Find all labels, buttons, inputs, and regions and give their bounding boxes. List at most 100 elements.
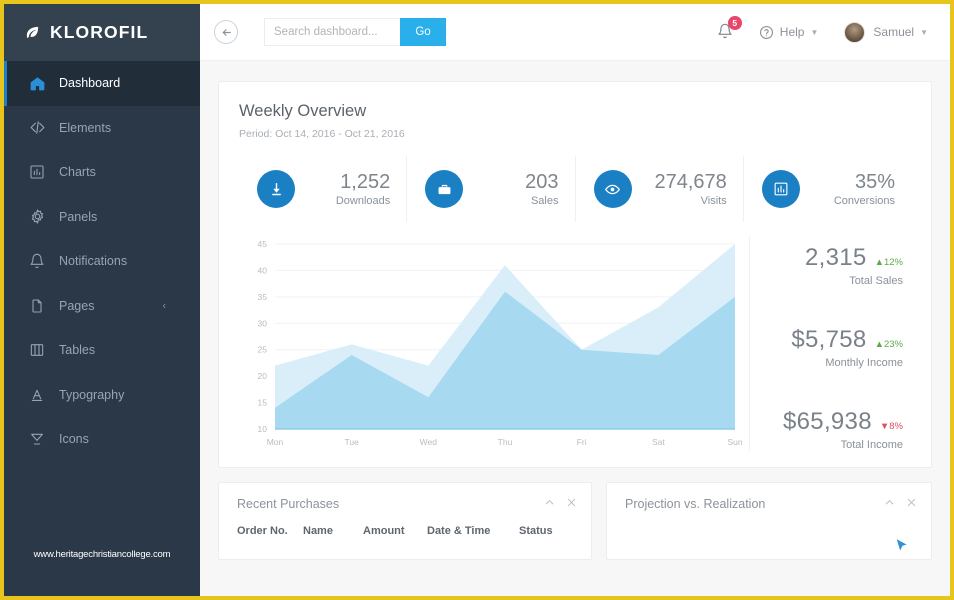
content-area: Go 5 bbox=[200, 4, 950, 596]
kpi-monthly-income: $5,758▲23%Monthly Income bbox=[764, 326, 907, 369]
sidebar-item-notifications[interactable]: Notifications bbox=[4, 239, 200, 284]
stat-text: 203Sales bbox=[525, 172, 570, 207]
kpi-value: 2,315 bbox=[805, 244, 867, 272]
panel-tools bbox=[544, 497, 577, 511]
weekly-area-chart: 1015202530354045MonTueWedThuFriSatSun bbox=[239, 236, 749, 451]
app-window: KLOROFIL Dashboard Elements Charts Panels No… bbox=[0, 0, 954, 600]
search-form: Go bbox=[264, 18, 446, 46]
question-circle-icon bbox=[759, 25, 774, 40]
period-label: Period: Oct 14, 2016 - Oct 21, 2016 bbox=[239, 128, 911, 140]
projection-title: Projection vs. Realization bbox=[625, 497, 765, 511]
chevron-up-icon[interactable] bbox=[884, 497, 895, 511]
arrow-up-icon: ▲ bbox=[875, 339, 884, 350]
svg-text:Thu: Thu bbox=[498, 437, 513, 447]
kpi-total-sales: 2,315 ▲12% Total Sales bbox=[764, 244, 907, 287]
sidebar-item-pages[interactable]: Pages ‹ bbox=[4, 284, 200, 329]
panel-tools bbox=[884, 497, 917, 511]
close-icon[interactable] bbox=[906, 497, 917, 511]
search-input[interactable] bbox=[264, 18, 400, 46]
stat-text: 274,678Visits bbox=[654, 172, 738, 207]
recent-purchases-title: Recent Purchases bbox=[237, 497, 339, 511]
sidebar-item-label: Panels bbox=[59, 210, 97, 224]
sidebar-item-label: Pages bbox=[59, 299, 94, 313]
table-column-header: Name bbox=[303, 525, 363, 537]
letter-a-icon bbox=[28, 386, 46, 404]
projection-header: Projection vs. Realization bbox=[607, 483, 931, 511]
sidebar-item-panels[interactable]: Panels bbox=[4, 195, 200, 240]
svg-text:15: 15 bbox=[258, 398, 268, 408]
kpi-label: Total Sales bbox=[764, 275, 903, 287]
recent-purchases-header: Recent Purchases bbox=[219, 483, 591, 511]
sidebar-item-dashboard[interactable]: Dashboard bbox=[4, 61, 200, 106]
kpi-value: $5,758 bbox=[791, 326, 866, 354]
arrow-left-circle-icon[interactable] bbox=[214, 20, 238, 44]
help-menu[interactable]: Help ▼ bbox=[759, 25, 819, 40]
kpi-value: $65,938 bbox=[783, 408, 872, 436]
stat-card-sales: 203Sales bbox=[407, 156, 575, 222]
table-column-header: Order No. bbox=[237, 525, 303, 537]
eye-icon bbox=[594, 170, 632, 208]
svg-text:35: 35 bbox=[258, 292, 268, 302]
gear-icon bbox=[28, 208, 46, 226]
go-button[interactable]: Go bbox=[400, 18, 446, 46]
chevron-down-icon: ▼ bbox=[920, 28, 928, 37]
bar-chart-icon bbox=[762, 170, 800, 208]
chevron-up-icon[interactable] bbox=[544, 497, 555, 511]
stat-label: Sales bbox=[525, 195, 558, 207]
sidebar-item-label: Elements bbox=[59, 121, 111, 135]
sidebar-item-charts[interactable]: Charts bbox=[4, 150, 200, 195]
svg-text:10: 10 bbox=[258, 424, 268, 434]
cursor-pointer-icon bbox=[893, 537, 911, 555]
sidebar-item-icons[interactable]: Icons bbox=[4, 417, 200, 462]
sidebar-item-elements[interactable]: Elements bbox=[4, 106, 200, 151]
stat-value: 35% bbox=[834, 172, 895, 193]
weekly-overview-panel: Weekly Overview Period: Oct 14, 2016 - O… bbox=[218, 81, 932, 468]
bell-icon bbox=[28, 252, 46, 270]
stat-text: 35%Conversions bbox=[834, 172, 907, 207]
table-icon bbox=[28, 341, 46, 359]
user-menu[interactable]: Samuel ▼ bbox=[844, 22, 928, 43]
kpi-delta: ▲12% bbox=[875, 257, 903, 268]
file-icon bbox=[28, 297, 46, 315]
kpi-delta: ▲23% bbox=[875, 339, 903, 350]
kpi-list: 2,315▲12%Total Sales$5,758▲23%Monthly In… bbox=[749, 236, 911, 451]
close-icon[interactable] bbox=[566, 497, 577, 511]
stat-label: Visits bbox=[654, 195, 726, 207]
leaf-icon bbox=[24, 24, 41, 41]
main-content: Weekly Overview Period: Oct 14, 2016 - O… bbox=[200, 61, 950, 560]
arrow-down-icon: ▼ bbox=[880, 421, 889, 432]
kpi-delta-value: 12% bbox=[884, 257, 903, 268]
kpi-delta: ▼8% bbox=[880, 421, 903, 432]
arrow-up-icon: ▲ bbox=[875, 257, 884, 268]
chevron-down-icon: ▼ bbox=[810, 28, 818, 37]
sidebar-item-label: Icons bbox=[59, 432, 89, 446]
svg-text:Sat: Sat bbox=[652, 437, 665, 447]
stats-row: 1,252Downloads203Sales274,678Visits35%Co… bbox=[239, 156, 911, 222]
topnav-actions: 5 Help ▼ Samuel ▼ bbox=[717, 22, 928, 43]
sidebar-item-typography[interactable]: Typography bbox=[4, 373, 200, 418]
svg-text:Fri: Fri bbox=[577, 437, 587, 447]
user-name: Samuel bbox=[873, 25, 914, 39]
sidebar: KLOROFIL Dashboard Elements Charts Panels No… bbox=[4, 4, 200, 596]
chevron-left-icon[interactable]: ‹ bbox=[163, 300, 166, 311]
sidebar-item-label: Charts bbox=[59, 165, 96, 179]
briefcase-icon bbox=[425, 170, 463, 208]
sidebar-item-tables[interactable]: Tables bbox=[4, 328, 200, 373]
stat-card-conversions: 35%Conversions bbox=[744, 156, 911, 222]
page-title: Weekly Overview bbox=[239, 102, 911, 121]
svg-text:45: 45 bbox=[258, 239, 268, 249]
kpi-delta-value: 23% bbox=[884, 339, 903, 350]
svg-text:40: 40 bbox=[258, 265, 268, 275]
svg-text:20: 20 bbox=[258, 371, 268, 381]
table-column-header: Amount bbox=[363, 525, 427, 537]
kpi-top: 2,315 ▲12% bbox=[764, 244, 903, 272]
brand-name: KLOROFIL bbox=[50, 22, 148, 43]
recent-purchases-panel: Recent Purchases Order No.NameAmountDate… bbox=[218, 482, 592, 560]
chart-row: 1015202530354045MonTueWedThuFriSatSun 2,… bbox=[239, 236, 911, 451]
svg-text:25: 25 bbox=[258, 345, 268, 355]
sidebar-item-label: Tables bbox=[59, 343, 95, 357]
sidebar-item-label: Dashboard bbox=[59, 76, 120, 90]
svg-text:Mon: Mon bbox=[267, 437, 284, 447]
notifications-button[interactable]: 5 bbox=[717, 23, 733, 42]
brand-logo[interactable]: KLOROFIL bbox=[4, 4, 200, 61]
